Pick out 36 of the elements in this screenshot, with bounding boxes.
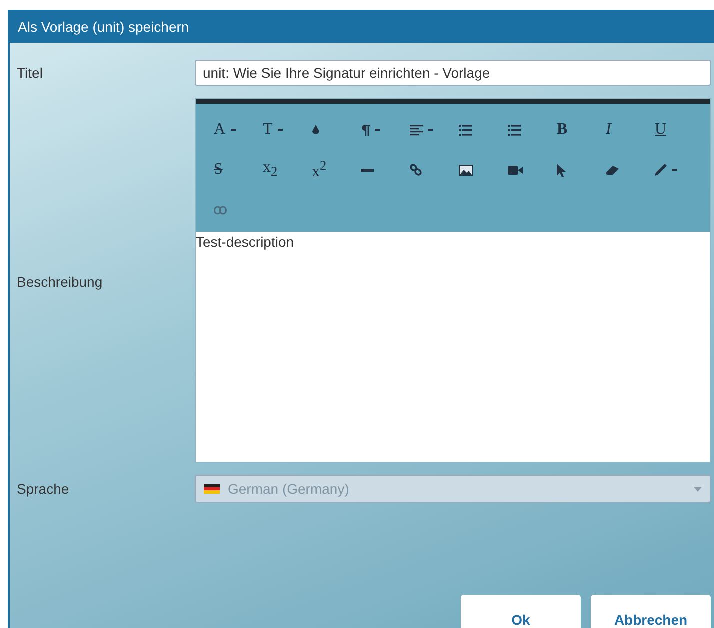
field-label: Beschreibung <box>17 274 104 290</box>
caret-icon <box>375 128 380 132</box>
flag-icon <box>204 484 220 494</box>
dialog-title: Als Vorlage (unit) speichern <box>18 18 190 34</box>
cursor-icon <box>557 164 566 176</box>
ok-button[interactable]: Ok <box>461 595 581 628</box>
link-icon <box>410 164 422 176</box>
toolbar-button[interactable]: x$_{2}$ <box>263 152 312 188</box>
caret-icon <box>428 128 433 132</box>
toolbar-button[interactable]: B <box>557 112 606 148</box>
bullet-list-icon <box>508 124 521 136</box>
toolbar-button[interactable]: U <box>655 112 704 148</box>
caret-icon <box>230 128 236 132</box>
caret-icon <box>672 168 677 172</box>
field-label: Titel <box>17 65 44 81</box>
title-input[interactable]: unit: Wie Sie Ihre Signatur einrichten - Vorlage <box>195 60 711 86</box>
field-label: Sprache <box>17 481 70 497</box>
toolbar-button[interactable]: S <box>214 152 263 188</box>
numbered-list-icon <box>459 124 472 136</box>
caret-icon <box>278 128 283 132</box>
pen-icon <box>655 164 667 176</box>
video-camera-icon <box>508 166 523 174</box>
unlink-icon <box>214 206 227 214</box>
description-text: Test-description <box>196 234 294 250</box>
toolbar-button[interactable]: T <box>263 112 312 148</box>
description-editor[interactable]: Test-description <box>196 232 710 462</box>
droplet-icon <box>312 124 320 136</box>
align-icon <box>410 124 423 136</box>
paragraph-icon <box>361 124 370 136</box>
image-icon <box>459 164 473 176</box>
dropdown-arrow-icon <box>694 486 702 492</box>
toolbar-button[interactable]: I <box>606 112 655 148</box>
toolbar-button[interactable]: A <box>214 112 263 148</box>
toolbar-button[interactable]: x$^{2}$ <box>312 152 361 188</box>
eraser-icon <box>606 166 619 174</box>
cancel-button[interactable]: Abbrechen <box>591 595 711 628</box>
